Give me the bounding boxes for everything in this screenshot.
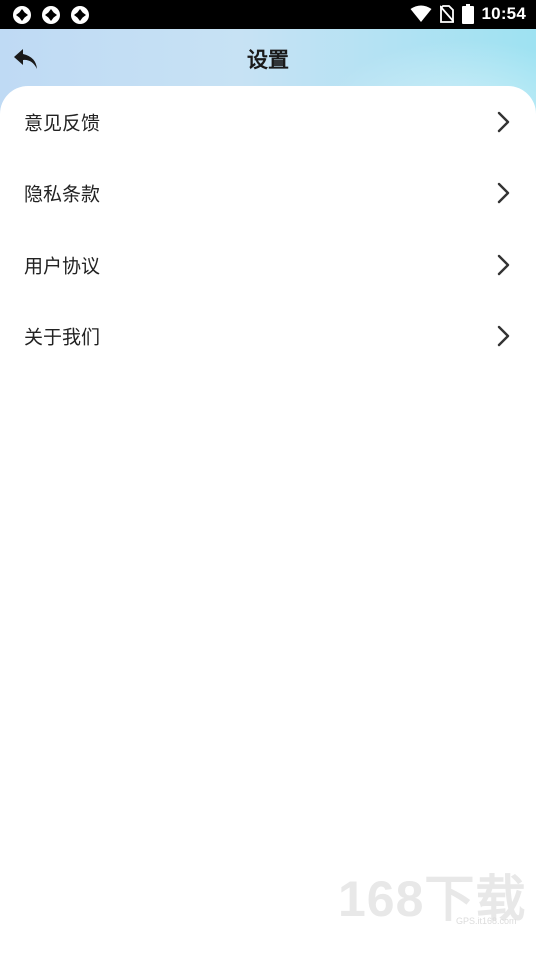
settings-list: 意见反馈 隐私条款 用户协议 关于我们 — [0, 86, 536, 954]
app-notification-icon — [71, 6, 89, 24]
chevron-right-icon — [497, 111, 510, 133]
menu-item-label: 用户协议 — [24, 255, 101, 278]
watermark: 168下载 GPS.it168.com — [338, 872, 528, 932]
menu-item-label: 关于我们 — [24, 326, 101, 349]
status-notifications — [12, 5, 90, 25]
page-title: 设置 — [247, 48, 289, 72]
chevron-right-icon — [497, 182, 510, 204]
chevron-right-icon — [497, 254, 510, 276]
status-bar: 10:54 — [0, 0, 536, 29]
menu-item-label: 意见反馈 — [24, 112, 101, 135]
menu-item-label: 隐私条款 — [24, 183, 101, 206]
wifi-icon — [410, 5, 432, 22]
menu-item-privacy[interactable]: 隐私条款 — [0, 163, 536, 223]
app-notification-icon — [13, 6, 31, 24]
status-system: 10:54 — [410, 4, 526, 24]
battery-icon — [461, 4, 474, 24]
menu-item-about-us[interactable]: 关于我们 — [0, 306, 536, 366]
status-time: 10:54 — [481, 4, 526, 23]
watermark-sub: GPS.it168.com — [456, 916, 517, 926]
chevron-right-icon — [497, 325, 510, 347]
menu-item-feedback[interactable]: 意见反馈 — [0, 92, 536, 152]
menu-item-user-agreement[interactable]: 用户协议 — [0, 235, 536, 295]
app-notification-icon — [42, 6, 60, 24]
no-sim-icon — [439, 5, 454, 23]
